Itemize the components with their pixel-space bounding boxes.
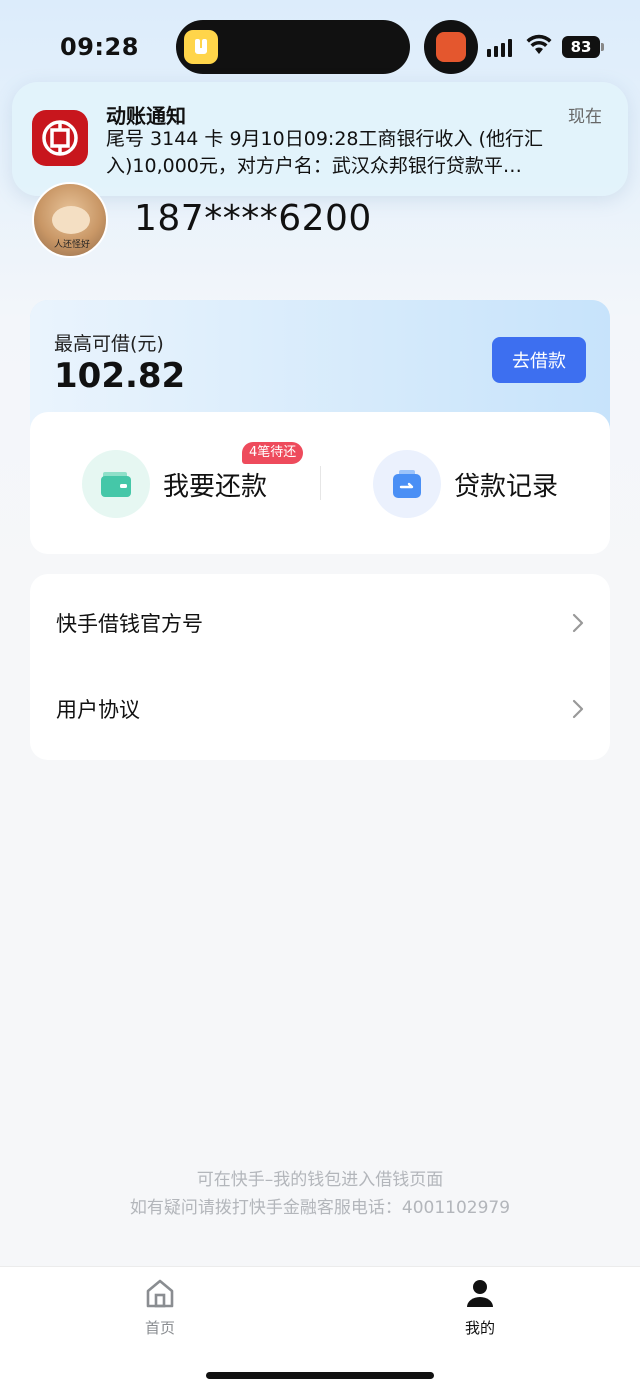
official-account-item[interactable]: 快手借钱官方号 xyxy=(30,580,610,666)
loan-limit-amount: 102.82 xyxy=(54,356,186,396)
loan-actions: 我要还款 4笔待还 贷款记录 xyxy=(30,412,610,554)
customer-service-phone: 如有疑问请拨打快手金融客服电话：4001102979 xyxy=(129,1198,511,1218)
app-activity-icon xyxy=(184,30,218,64)
icbc-bank-icon xyxy=(32,110,88,166)
home-icon xyxy=(146,1279,174,1308)
repay-button[interactable]: 我要还款 xyxy=(82,450,267,518)
actions-divider xyxy=(320,466,321,500)
repay-label: 我要还款 xyxy=(163,471,268,502)
avatar[interactable]: 人还怪好 xyxy=(32,182,108,258)
wallet-icon xyxy=(82,450,150,518)
bank-notification-banner[interactable]: 动账通知 现在 尾号 3144 卡 9月10日09:28工商银行收入 (他行汇入… xyxy=(12,82,628,196)
battery-icon: 83 xyxy=(562,36,600,58)
loan-records-button[interactable]: 贷款记录 xyxy=(373,450,558,518)
chevron-right-icon xyxy=(572,613,584,633)
menu-list: 快手借钱官方号 用户协议 xyxy=(30,574,610,760)
user-icon xyxy=(467,1280,493,1307)
records-icon xyxy=(373,450,441,518)
status-time: 09:28 xyxy=(60,33,139,61)
avatar-caption: 人还怪好 xyxy=(53,240,90,250)
notification-time: 现在 xyxy=(568,107,602,127)
tab-mine-label: 我的 xyxy=(464,1319,495,1337)
notification-title: 动账通知 xyxy=(106,104,186,128)
user-agreement-label: 用户协议 xyxy=(56,698,140,722)
chevron-right-icon xyxy=(572,699,584,719)
tab-home-label: 首页 xyxy=(144,1319,175,1337)
user-agreement-item[interactable]: 用户协议 xyxy=(30,666,610,752)
cellular-signal-icon xyxy=(487,37,512,57)
loan-card: 最高可借(元) 102.82 去借款 我要还款 4笔待还 贷款记录 xyxy=(30,300,610,554)
live-activity-icon xyxy=(424,20,478,74)
wifi-icon xyxy=(526,34,552,60)
battery-tip xyxy=(601,43,604,51)
status-bar: 09:28 83 xyxy=(0,0,640,90)
loan-limit-label: 最高可借(元) xyxy=(54,333,164,355)
pending-repay-badge: 4笔待还 xyxy=(242,442,304,464)
official-account-label: 快手借钱官方号 xyxy=(56,612,203,636)
tab-mine[interactable]: 我的 xyxy=(420,1277,540,1338)
loan-records-label: 贷款记录 xyxy=(454,471,559,502)
tab-home[interactable]: 首页 xyxy=(100,1277,220,1338)
loan-limit-header: 最高可借(元) 102.82 去借款 xyxy=(30,300,610,430)
notification-body: 尾号 3144 卡 9月10日09:28工商银行收入 (他行汇入)10,000元… xyxy=(106,128,543,177)
phone-number: 187****6200 xyxy=(134,198,372,239)
footer-hint: 可在快手–我的钱包进入借钱页面 xyxy=(196,1170,444,1190)
borrow-button[interactable]: 去借款 xyxy=(492,337,586,383)
home-indicator xyxy=(206,1372,434,1379)
